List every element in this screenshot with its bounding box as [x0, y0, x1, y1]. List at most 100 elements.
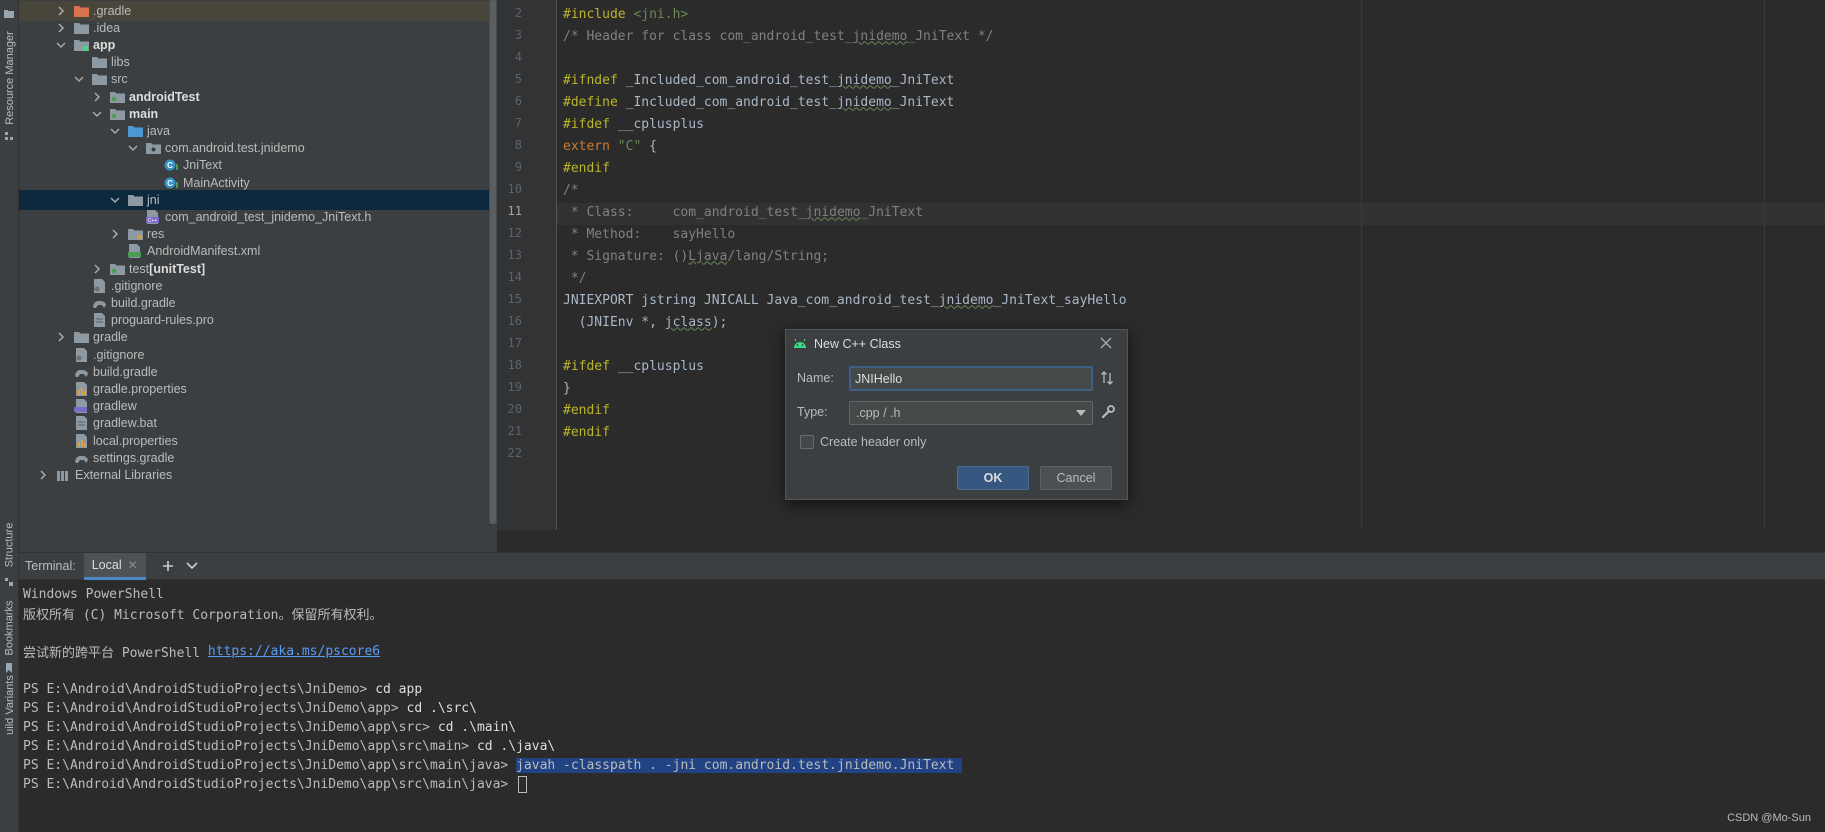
code-line[interactable]: * Method: sayHello	[563, 223, 735, 245]
code-line[interactable]: #endif	[563, 399, 610, 421]
resource-manager-icon[interactable]	[4, 126, 14, 140]
terminal-command: cd .\src\	[406, 700, 477, 716]
code-token: jnidemo	[805, 204, 861, 220]
code-line[interactable]: (JNIEnv *, jclass);	[563, 311, 728, 333]
code-line[interactable]: #ifndef _Included_com_android_test_ jnide…	[563, 69, 954, 91]
dialog-titlebar[interactable]: New C++ Class	[786, 330, 1127, 358]
code-line[interactable]: #endif	[563, 421, 610, 443]
project-tree-item[interactable]: External Libraries	[19, 465, 497, 485]
code-line[interactable]: JNIEXPORT jstring JNICALL Java_com_andro…	[563, 289, 1127, 311]
chevron-down-icon[interactable]	[127, 142, 139, 154]
terminal-output[interactable]: Windows PowerShell 版权所有 (C) Microsoft Cor…	[19, 580, 1825, 832]
create-header-only-checkbox[interactable]	[800, 435, 814, 449]
terminal-text: 尝试新的跨平台 PowerShell	[23, 645, 208, 661]
folder-orange-icon	[73, 4, 89, 18]
chevron-right-icon[interactable]	[55, 22, 67, 34]
ok-button[interactable]: OK	[957, 466, 1029, 490]
new-tab-button[interactable]	[160, 558, 176, 574]
chevron-down-icon[interactable]	[91, 108, 103, 120]
tree-item-label: .gitignore	[93, 347, 145, 362]
chevron-down-icon[interactable]	[55, 39, 67, 51]
code-token: jnidemo	[836, 72, 892, 88]
chevron-right-icon[interactable]	[37, 469, 49, 481]
close-icon[interactable]	[1099, 336, 1113, 350]
code-editor[interactable]: 2 3 4 5 6 7 8 9 10 11 12 13 14 15 16 17 18 19 20 21 22 #incl…	[497, 0, 1825, 530]
terminal-options-button[interactable]	[184, 558, 200, 574]
library-icon	[55, 468, 71, 482]
tab-bookmarks[interactable]: Bookmarks	[0, 600, 19, 655]
sort-icon[interactable]	[1099, 370, 1115, 386]
code-token: * Class: com_android_test_	[563, 204, 806, 220]
code-line[interactable]: /*	[563, 179, 579, 201]
chevron-down-icon[interactable]	[109, 194, 121, 206]
tree-item-label: src	[111, 72, 128, 87]
tree-item-label: .idea	[93, 20, 121, 35]
folder-test-icon	[109, 107, 125, 121]
cancel-button[interactable]: Cancel	[1040, 466, 1112, 490]
chevron-down-icon[interactable]	[73, 73, 85, 85]
close-icon[interactable]: ✕	[128, 558, 138, 572]
wrench-icon[interactable]	[1101, 405, 1115, 419]
line-number: 17	[507, 336, 522, 350]
terminal-header: Terminal: Local ✕	[19, 552, 1825, 580]
terminal-text: PS E:\Android\AndroidStudioProjects\JniD…	[23, 776, 517, 792]
code-token: Ljava	[688, 248, 728, 264]
code-line[interactable]: }	[563, 377, 571, 399]
tab-build-variants[interactable]: uild Variants	[0, 675, 19, 735]
terminal-cursor	[518, 775, 528, 793]
selected-command[interactable]: javah -classpath . -jni com.android.test…	[516, 757, 963, 773]
code-token: __cplusplus	[617, 116, 704, 132]
type-selected-value: .cpp / .h	[856, 406, 901, 420]
tree-item-label: AndroidManifest.xml	[147, 244, 261, 259]
terminal-link[interactable]: https://aka.ms/pscore6	[208, 644, 380, 659]
line-number: 11	[507, 204, 522, 218]
line-number: 21	[507, 424, 522, 438]
chevron-right-icon[interactable]	[109, 228, 121, 240]
code-line[interactable]: */	[563, 267, 587, 289]
type-dropdown[interactable]: .cpp / .h	[849, 401, 1093, 425]
chevron-right-icon[interactable]	[91, 91, 103, 103]
line-number: 4	[514, 50, 522, 64]
code-line[interactable]: #ifdef __cplusplus	[563, 113, 704, 135]
name-input[interactable]	[849, 366, 1093, 391]
terminal-text: 版权所有 (C) Microsoft Corporation。保留所有权利。	[23, 607, 383, 623]
code-line[interactable]: * Signature: () Ljava/lang/String;	[563, 245, 829, 267]
tree-item-label: libs	[111, 55, 130, 70]
tab-structure[interactable]: Structure	[0, 520, 19, 570]
code-line[interactable]: /* Header for class com_android_test_ jni…	[563, 25, 993, 47]
manifest-icon	[127, 244, 143, 259]
code-line[interactable]: extern "C" {	[563, 135, 657, 157]
tree-item-label: .gradle	[93, 3, 132, 18]
gradle-icon	[91, 296, 107, 310]
code-line[interactable]: #include <jni.h>	[563, 3, 688, 25]
code-line[interactable]: * Class: com_android_test_ jnidemo _JniTex…	[563, 201, 923, 223]
android-icon	[794, 338, 806, 348]
tab-resource-manager[interactable]: Resource Manager	[0, 30, 19, 125]
code-line[interactable]: #define _Included_com_android_test_ jnide…	[563, 91, 954, 113]
code-token: */	[563, 270, 587, 286]
tab-terminal-local[interactable]: Local ✕	[83, 552, 146, 580]
code-token: <jni.h>	[633, 6, 689, 22]
line-number: 14	[507, 270, 522, 284]
terminal-tab-label: Local	[91, 557, 122, 572]
folder-icon[interactable]	[4, 4, 14, 18]
watermark: CSDN @Mo-Sun	[1727, 812, 1811, 824]
terminal-text: Windows PowerShell	[23, 586, 164, 602]
code-line[interactable]: #endif	[563, 157, 610, 179]
svg-text:C: C	[167, 179, 173, 188]
line-number: 16	[507, 314, 522, 328]
code-token: }	[563, 380, 571, 396]
code-token: __cplusplus	[617, 358, 704, 374]
terminal-text: PS E:\Android\AndroidStudioProjects\JniD…	[23, 738, 477, 754]
chevron-right-icon[interactable]	[55, 5, 67, 17]
code-token: _JniText	[891, 72, 955, 88]
tree-item-label: test	[129, 261, 150, 276]
terminal-line: 尝试新的跨平台 PowerShell https://aka.ms/pscore…	[23, 640, 380, 662]
bookmark-icon[interactable]	[4, 658, 14, 673]
chevron-right-icon[interactable]	[55, 331, 67, 343]
chevron-down-icon[interactable]	[109, 125, 121, 137]
structure-icon[interactable]	[4, 572, 14, 586]
code-line[interactable]: #ifdef __cplusplus	[563, 355, 704, 377]
folder-icon	[91, 72, 107, 86]
chevron-right-icon[interactable]	[91, 263, 103, 275]
